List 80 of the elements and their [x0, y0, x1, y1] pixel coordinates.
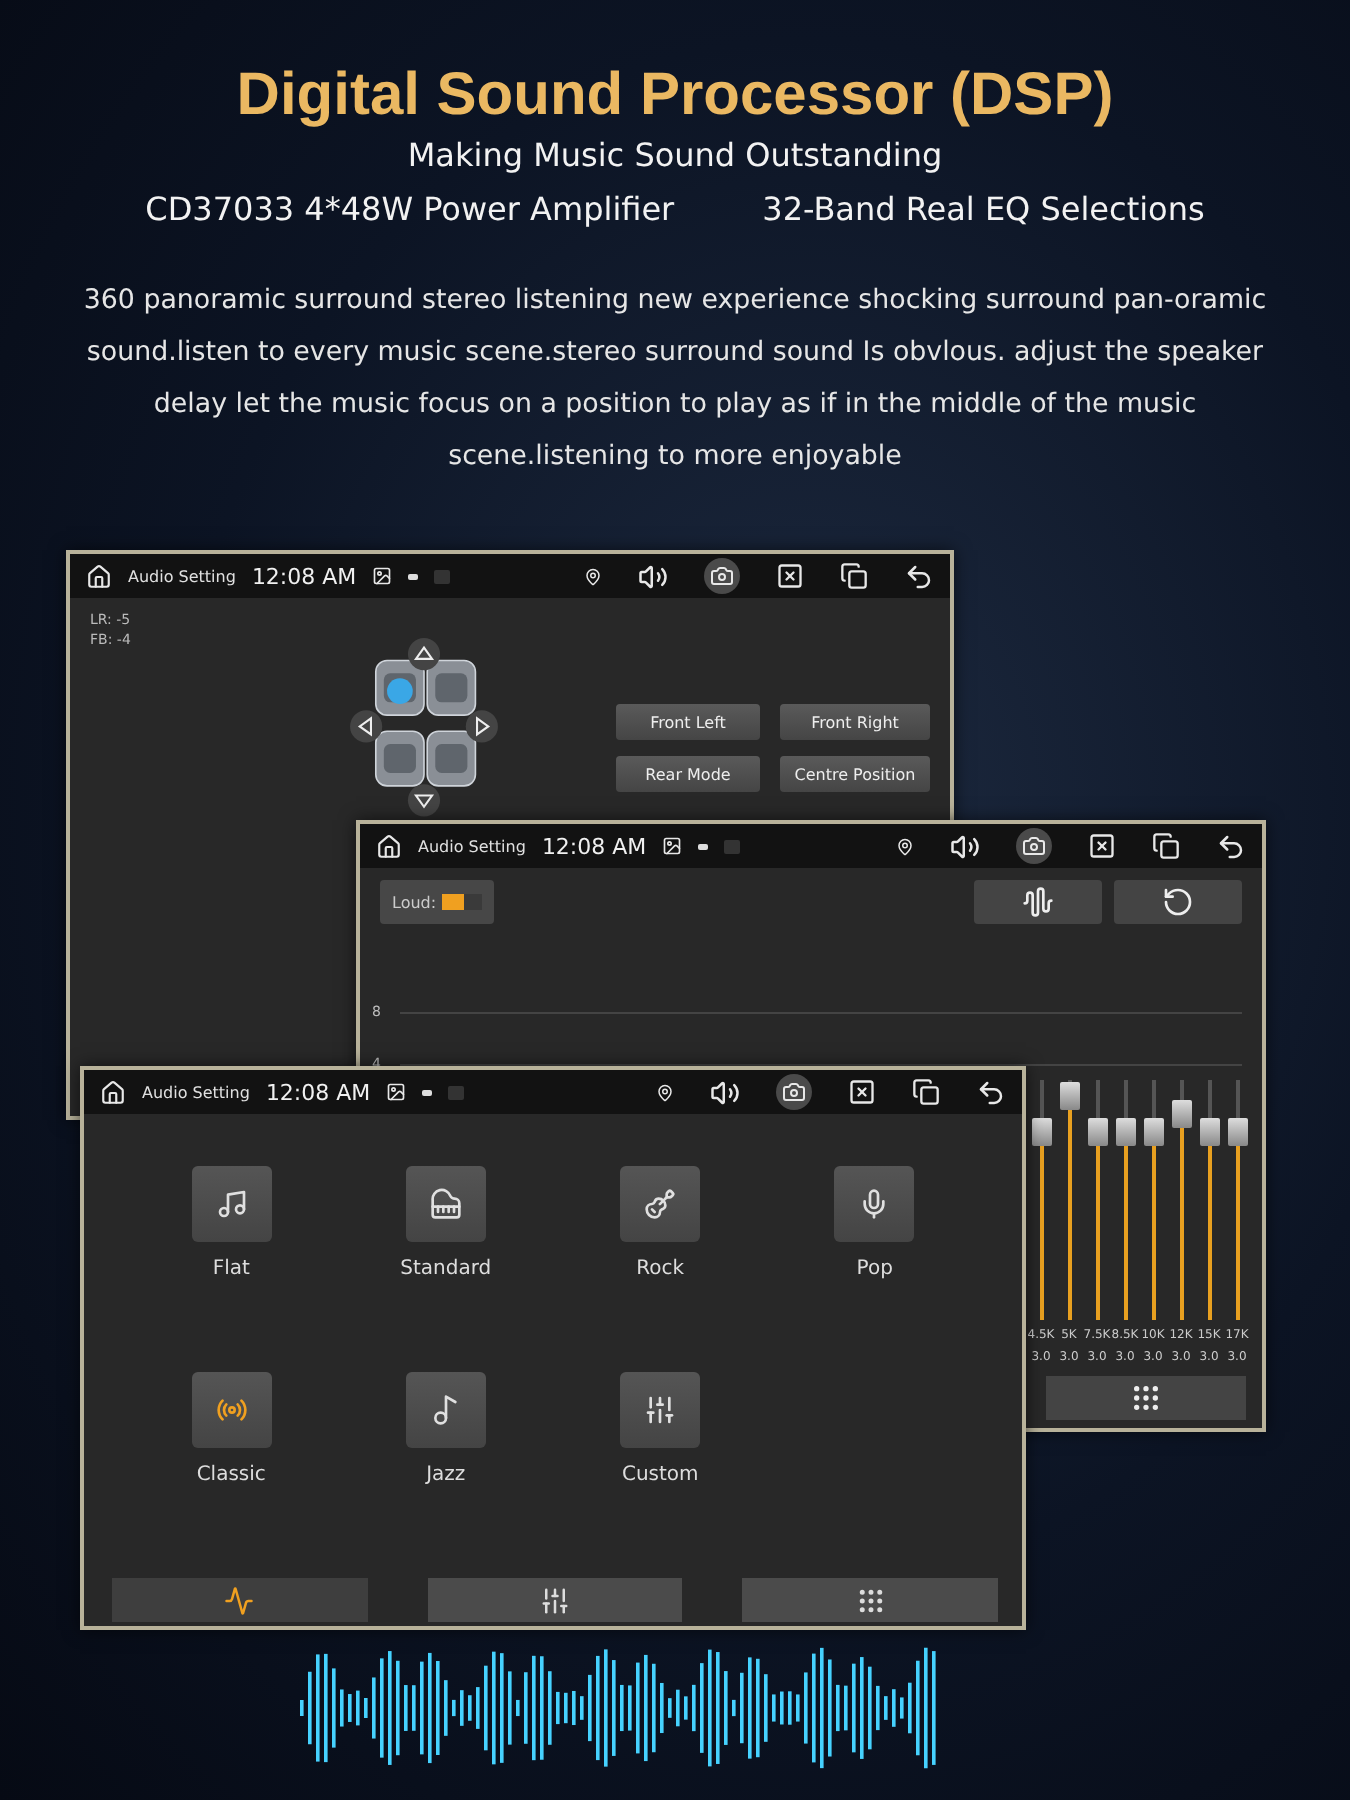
camera-icon[interactable]: [704, 558, 740, 594]
preset-label: Classic: [196, 1464, 266, 1486]
close-icon[interactable]: [776, 562, 804, 590]
home-icon[interactable]: [86, 563, 112, 589]
app-title: Audio Setting: [128, 567, 236, 585]
dots-icon: [855, 1585, 886, 1615]
close-icon[interactable]: [1088, 832, 1116, 860]
camera-icon[interactable]: [1016, 828, 1052, 864]
subtitle: Making Music Sound Outstanding: [407, 134, 943, 178]
clock-time: 12:08 AM: [265, 1079, 371, 1105]
dots-icon: [1130, 1382, 1162, 1414]
preset-label: Flat: [212, 1258, 250, 1280]
home-icon[interactable]: [376, 833, 402, 859]
loudness-toggle[interactable]: Loud:: [380, 880, 495, 924]
windows-icon[interactable]: [912, 1078, 940, 1106]
preset-label: Custom: [621, 1464, 699, 1486]
volume-icon[interactable]: [950, 831, 980, 861]
note-icon[interactable]: [191, 1166, 272, 1242]
speaker-position-button[interactable]: Front Right: [780, 704, 930, 740]
slider-thumb[interactable]: [1171, 1099, 1191, 1128]
location-icon: [584, 567, 602, 585]
camera-icon[interactable]: [776, 1074, 812, 1110]
preset-label: Pop: [856, 1258, 893, 1280]
slider-thumb[interactable]: [1143, 1118, 1163, 1147]
piano-icon[interactable]: [405, 1166, 486, 1242]
radio-icon[interactable]: [191, 1372, 272, 1448]
location-icon: [896, 837, 914, 855]
slider-thumb[interactable]: [1199, 1118, 1219, 1147]
waveform-icon: [1022, 886, 1054, 918]
windows-icon[interactable]: [1152, 832, 1180, 860]
sliders-icon: [540, 1585, 570, 1615]
clock-time: 12:08 AM: [541, 833, 647, 859]
speaker-position-button[interactable]: Centre Position: [780, 756, 930, 792]
reset-icon: [1162, 886, 1194, 918]
square-icon: [434, 569, 451, 583]
slider-thumb[interactable]: [1059, 1082, 1079, 1111]
clock-time: 12:08 AM: [251, 563, 357, 589]
location-icon: [656, 1083, 674, 1101]
volume-icon[interactable]: [638, 561, 668, 591]
bar-icon: [408, 573, 419, 579]
image-icon: [386, 1082, 407, 1102]
back-icon[interactable]: [976, 1077, 1006, 1107]
back-icon[interactable]: [1216, 831, 1246, 861]
dots-tab[interactable]: [742, 1578, 999, 1622]
feature-text: CD37033 4*48W Power Amplifier: [145, 188, 675, 232]
preset-label: Rock: [636, 1258, 685, 1280]
slider-thumb[interactable]: [1087, 1118, 1107, 1147]
waveform-button[interactable]: [974, 880, 1102, 924]
app-title: Audio Setting: [142, 1083, 250, 1101]
square-icon: [724, 839, 741, 853]
sliders-icon[interactable]: [620, 1372, 701, 1448]
description-text: 360 panoramic surround stereo listening new experience shocking surround pan-oramic sound.listen to every music scene.stereo surround sound Is obvlous. adjust the speaker delay let the music focus on a position to play as if in the middle of the music scene.listening to more enjoyable: [81, 284, 1269, 476]
speaker-position-button[interactable]: Rear Mode: [616, 756, 760, 792]
speaker-position-button[interactable]: Front Left: [616, 704, 760, 740]
app-title: Audio Setting: [418, 837, 526, 855]
seat-diagram-drawing[interactable]: [350, 638, 498, 818]
settings-button[interactable]: [1046, 1376, 1246, 1420]
slider-thumb[interactable]: [1031, 1118, 1051, 1147]
feature-text: 32-Band Real EQ Selections: [762, 188, 1205, 232]
windows-icon[interactable]: [840, 562, 868, 590]
bar-icon: [422, 1089, 433, 1095]
volume-icon[interactable]: [710, 1077, 740, 1107]
preset-label: Jazz: [426, 1464, 466, 1486]
note-icon[interactable]: [405, 1372, 486, 1448]
microphone-icon[interactable]: [834, 1166, 915, 1242]
close-icon[interactable]: [848, 1078, 876, 1106]
back-icon[interactable]: [904, 561, 934, 591]
square-icon: [448, 1085, 465, 1099]
slider-thumb[interactable]: [1227, 1118, 1247, 1147]
preset-label: Standard: [400, 1258, 492, 1280]
bar-icon: [698, 843, 709, 849]
page-title: Digital Sound Processor (DSP): [236, 60, 1114, 132]
guitar-icon[interactable]: [620, 1166, 701, 1242]
reset-button[interactable]: [1114, 880, 1242, 924]
sliders-tab[interactable]: [427, 1578, 683, 1622]
home-icon[interactable]: [100, 1079, 126, 1105]
image-icon: [662, 836, 683, 856]
waveform-icon: [224, 1585, 255, 1615]
slider-thumb[interactable]: [1115, 1118, 1135, 1147]
image-icon: [372, 566, 393, 586]
